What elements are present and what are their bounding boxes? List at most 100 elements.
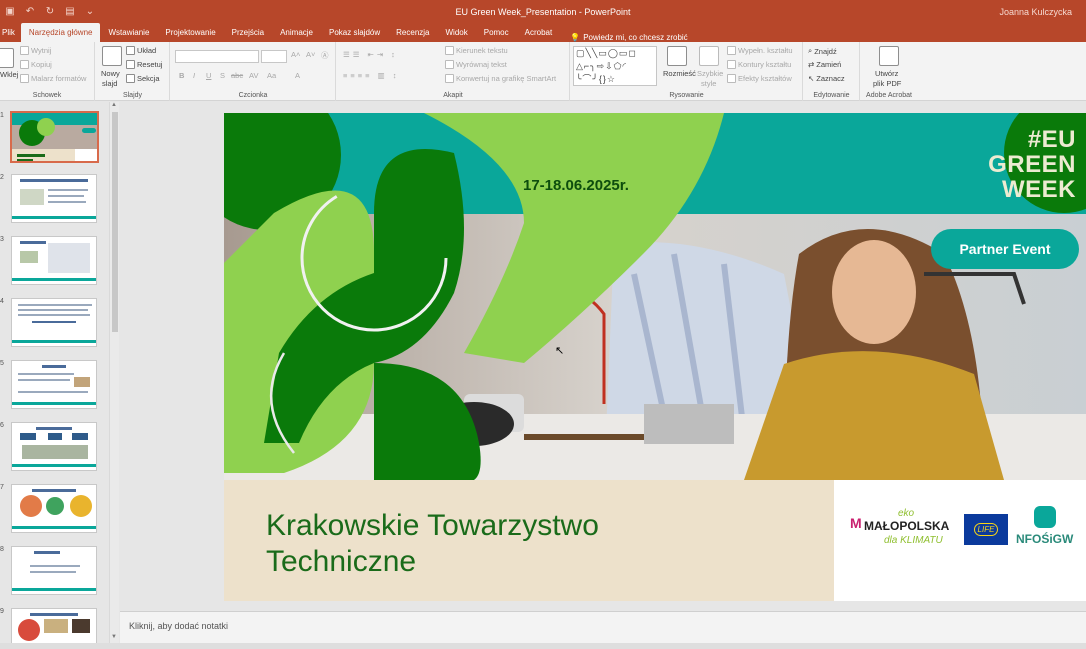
thumb-title-bar [34, 551, 60, 554]
tab-animations[interactable]: Animacje [272, 23, 321, 42]
logo-life: LIFE [973, 523, 999, 536]
slide-thumbnail-5[interactable] [11, 360, 97, 409]
thumb-table [48, 243, 90, 273]
status-bar [0, 643, 1086, 649]
paste-button[interactable]: Wklej [0, 70, 18, 79]
text-direction-button[interactable]: Kierunek tekstu [445, 46, 508, 55]
slide-thumbnail-7[interactable] [11, 484, 97, 533]
quick-styles-icon[interactable] [699, 46, 719, 66]
slide-thumbnail-2[interactable] [11, 174, 97, 223]
thumb-line [18, 309, 88, 311]
partner-event-badge: Partner Event [931, 229, 1079, 269]
thumb-number: 5 [0, 360, 4, 367]
strikethrough-button[interactable]: abc [231, 71, 243, 80]
thumb-line [32, 321, 76, 323]
shape-outline-button[interactable]: Kontury kształtu [727, 60, 791, 69]
tab-design[interactable]: Projektowanie [157, 23, 223, 42]
new-slide-label-1[interactable]: Nowy [101, 69, 120, 78]
group-label-font: Czcionka [238, 92, 268, 99]
thumb-image [44, 619, 68, 633]
align-buttons[interactable]: ≡≡≡≡ ▥ ↕ [343, 71, 400, 80]
tab-slideshow[interactable]: Pokaz slajdów [321, 23, 388, 42]
tell-me-box[interactable]: 💡 Powiedz mi, co chcesz zrobić [560, 33, 687, 42]
replace-button[interactable]: ⇄ Zamień [808, 60, 841, 69]
shadow-button[interactable]: S [220, 71, 225, 80]
scroll-down-icon[interactable]: ▼ [111, 634, 117, 640]
mouse-cursor-icon: ↖ [555, 345, 565, 357]
pdf-icon[interactable] [879, 46, 899, 66]
slide-thumbnail-6[interactable] [11, 422, 97, 471]
paste-icon[interactable] [0, 48, 14, 68]
grow-font-icon[interactable]: A˄ [291, 50, 300, 59]
thumb-donut [46, 497, 64, 515]
font-color-button[interactable]: A [295, 71, 300, 80]
copy-button[interactable]: Kopiuj [20, 60, 52, 69]
slide-title-line-1: Krakowskie Towarzystwo [266, 509, 599, 542]
shape-fill-button[interactable]: Wypełn. kształtu [727, 46, 793, 55]
tab-file[interactable]: Plik [0, 23, 21, 42]
find-button[interactable]: ⌕ Znajdź [808, 46, 837, 56]
tab-acrobat[interactable]: Acrobat [517, 23, 561, 42]
reset-button[interactable]: Resetuj [126, 60, 162, 69]
arrange-button[interactable]: Rozmieść [663, 69, 696, 78]
italic-button[interactable]: I [193, 71, 195, 80]
tab-help[interactable]: Pomoc [476, 23, 517, 42]
new-slide-icon[interactable] [102, 46, 122, 66]
green-wave-decoration [224, 113, 1086, 480]
shapes-gallery[interactable]: ▢╲╲▭◯▭◻ △⌐╮⇨⇩⬠◜ ╰⌒╯{}☆ [573, 46, 657, 86]
notes-placeholder: Kliknij, aby dodać notatki [129, 621, 229, 631]
slide-thumbnail-1[interactable] [10, 111, 99, 163]
align-text-button[interactable]: Wyrównaj tekst [445, 60, 507, 69]
logo-panel: M eko MAŁOPOLSKA dla KLIMATU LIFE NFOŚiG… [834, 480, 1086, 601]
layout-button[interactable]: Układ [126, 46, 156, 55]
create-pdf-label-1[interactable]: Utwórz [875, 69, 898, 78]
shape-effects-button[interactable]: Efekty kształtów [727, 74, 792, 83]
group-label-acrobat: Adobe Acrobat [866, 92, 912, 99]
font-size-input[interactable] [261, 50, 287, 63]
smartart-button[interactable]: Konwertuj na grafikę SmartArt [445, 74, 556, 83]
quick-styles-label-1[interactable]: Szybkie [697, 69, 723, 78]
brush-icon [20, 74, 29, 83]
shrink-font-icon[interactable]: A˅ [306, 50, 315, 59]
slide-thumbnail-8[interactable] [11, 546, 97, 595]
thumb-line [18, 391, 88, 393]
scroll-thumb[interactable] [112, 112, 118, 332]
change-case-button[interactable]: Aa [267, 71, 276, 80]
thumb-title-bar [20, 241, 46, 244]
tab-view[interactable]: Widok [438, 23, 476, 42]
font-name-input[interactable] [175, 50, 259, 63]
slide-title[interactable]: Krakowskie Towarzystwo Techniczne [266, 508, 599, 580]
tab-insert[interactable]: Wstawianie [100, 23, 157, 42]
bold-button[interactable]: B [179, 71, 184, 80]
group-label-slides: Slajdy [122, 92, 143, 99]
format-painter-button[interactable]: Malarz formatów [20, 74, 86, 83]
slide-thumbnail-4[interactable] [11, 298, 97, 347]
group-label-paragraph: Akapit [443, 92, 463, 99]
arrange-icon[interactable] [667, 46, 687, 66]
user-name[interactable]: Joanna Kulczycka [999, 7, 1072, 17]
cut-button[interactable]: Wytnij [20, 46, 51, 55]
tab-transitions[interactable]: Przejścia [224, 23, 272, 42]
create-pdf-label-2[interactable]: plik PDF [873, 79, 901, 88]
logo-malopolska: MAŁOPOLSKA [864, 519, 950, 533]
thumbnail-scrollbar[interactable]: ▲ ▼ [109, 102, 119, 649]
notes-pane[interactable]: Kliknij, aby dodać notatki [120, 611, 1086, 643]
tab-review[interactable]: Recenzja [388, 23, 437, 42]
select-button[interactable]: ↖ Zaznacz [808, 74, 845, 83]
quick-styles-label-2[interactable]: style [701, 79, 716, 88]
tab-home[interactable]: Narzędzia główne [20, 23, 101, 42]
new-slide-label-2[interactable]: slajd [102, 79, 117, 88]
thumb-number: 9 [0, 608, 4, 615]
malopolska-m-icon: M [850, 515, 862, 531]
underline-button[interactable]: U [206, 71, 211, 80]
clear-format-icon[interactable]: Ⓐ [321, 50, 329, 61]
slide-canvas[interactable]: 17-18.06.2025r. #EU GREEN WEEK Partner E… [224, 113, 1086, 601]
slide-thumbnail-3[interactable] [11, 236, 97, 285]
align-text-icon [445, 60, 454, 69]
list-buttons[interactable]: ☰☰ ⇤⇥ ↕ [343, 50, 398, 59]
section-button[interactable]: Sekcja [126, 74, 160, 83]
logo-nfosigw: NFOŚiGW [1016, 532, 1074, 546]
char-spacing-button[interactable]: AV [249, 71, 258, 80]
scroll-up-icon[interactable]: ▲ [111, 102, 117, 108]
thumb-number: 3 [0, 236, 4, 243]
